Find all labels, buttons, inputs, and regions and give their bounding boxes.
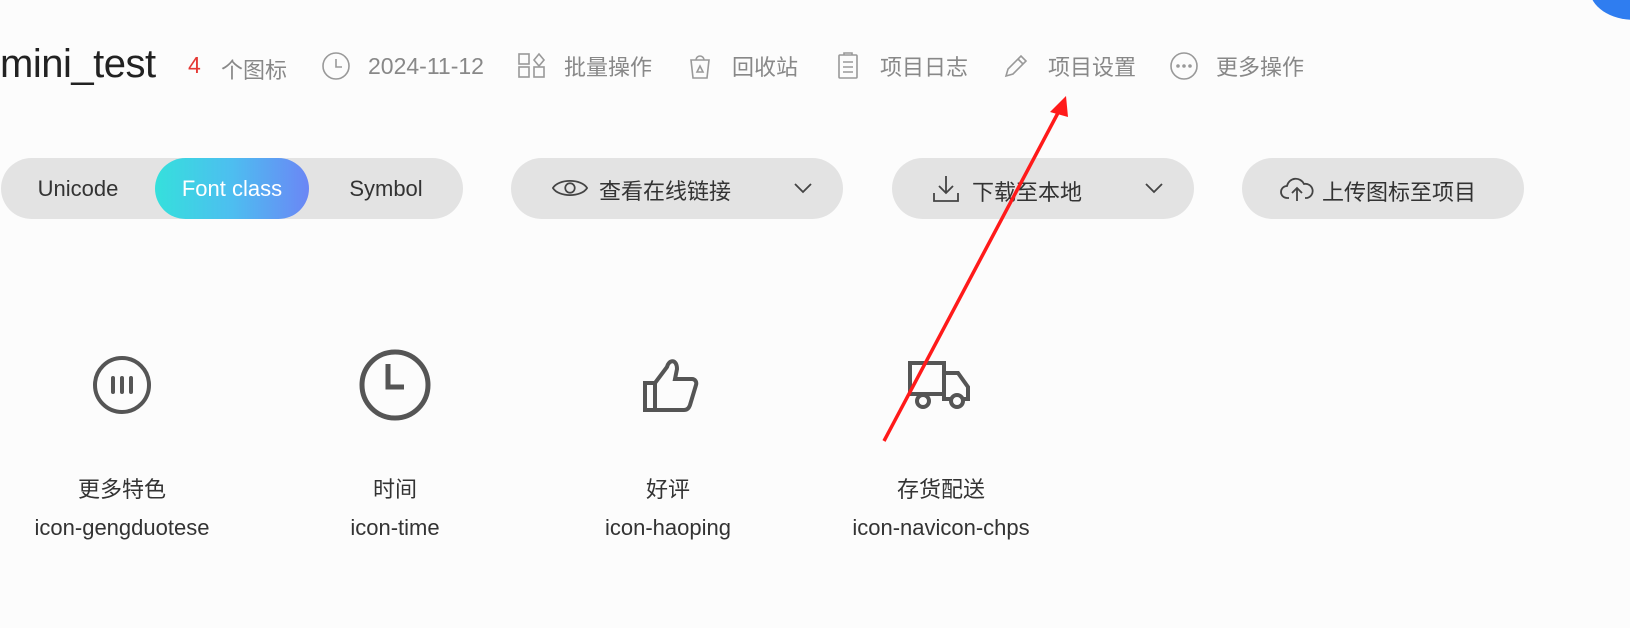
more-operations-label: 更多操作 [1216, 56, 1305, 81]
recycle-bin-button[interactable]: 回收站 [684, 49, 798, 83]
project-title: mini_test [0, 42, 156, 86]
more-features-icon [77, 340, 167, 430]
pencil-icon [1004, 54, 1028, 78]
project-header: mini_test 4 个图标 2024-11-12 批量操作 回收站 项目日志… [0, 40, 1600, 92]
icon-count-label: 个图标 [221, 59, 288, 84]
icon-card[interactable]: 时间 icon-time [275, 340, 515, 560]
download-icon [933, 176, 959, 202]
icon-card[interactable]: 好评 icon-haoping [548, 340, 788, 560]
clock-icon [322, 52, 350, 80]
download-local-label: 下载至本地 [972, 181, 1083, 206]
icon-name: 时间 [372, 478, 417, 503]
project-log-label: 项目日志 [880, 56, 969, 81]
view-online-link-label: 查看在线链接 [599, 180, 732, 205]
delivery-truck-icon [896, 340, 986, 430]
download-local-dropdown[interactable]: 下载至本地 [892, 158, 1194, 219]
icon-card[interactable]: 存货配送 icon-navicon-chps [821, 340, 1061, 560]
icon-class-name: icon-time [350, 515, 440, 540]
icon-name: 好评 [645, 478, 690, 503]
corner-decoration [1590, 0, 1630, 20]
clock-icon [350, 340, 440, 430]
grid-icon [518, 52, 546, 78]
tab-unicode[interactable]: Unicode [1, 158, 155, 219]
upload-icons-button[interactable]: 上传图标至项目 [1242, 158, 1524, 219]
icon-class-name: icon-gengduotese [34, 515, 210, 540]
ellipsis-icon [1170, 52, 1198, 80]
recycle-bin-label: 回收站 [732, 56, 799, 81]
trash-icon [690, 55, 710, 79]
code-type-tabs: Unicode Font class Symbol [1, 158, 463, 219]
icon-name: 更多特色 [77, 478, 166, 503]
clipboard-icon [838, 52, 858, 79]
tab-symbol[interactable]: Symbol [309, 158, 463, 219]
annotation-arrow [882, 96, 1068, 442]
eye-icon [551, 180, 589, 196]
project-log-button[interactable]: 项目日志 [832, 49, 968, 83]
icon-count: 4 [188, 52, 201, 78]
cloud-upload-icon [1280, 177, 1314, 201]
chevron-down-icon [1145, 183, 1163, 194]
project-date-value: 2024-11-12 [368, 52, 484, 79]
icon-name: 存货配送 [896, 478, 985, 503]
more-operations-button[interactable]: 更多操作 [1168, 49, 1304, 83]
batch-operation-label: 批量操作 [564, 56, 653, 81]
icon-card[interactable]: 更多特色 icon-gengduotese [2, 340, 242, 560]
project-settings-button[interactable]: 项目设置 [1000, 49, 1136, 83]
icon-class-name: icon-haoping [605, 515, 731, 540]
tab-font-class[interactable]: Font class [155, 158, 309, 219]
chevron-down-icon [794, 183, 812, 194]
view-online-link-dropdown[interactable]: 查看在线链接 [511, 158, 843, 219]
thumbs-up-icon [623, 340, 713, 430]
project-date: 2024-11-12 [320, 49, 484, 83]
icon-class-name: icon-navicon-chps [852, 515, 1030, 540]
upload-icons-label: 上传图标至项目 [1322, 181, 1477, 206]
batch-operation-button[interactable]: 批量操作 [516, 49, 652, 83]
project-settings-label: 项目设置 [1048, 56, 1137, 81]
